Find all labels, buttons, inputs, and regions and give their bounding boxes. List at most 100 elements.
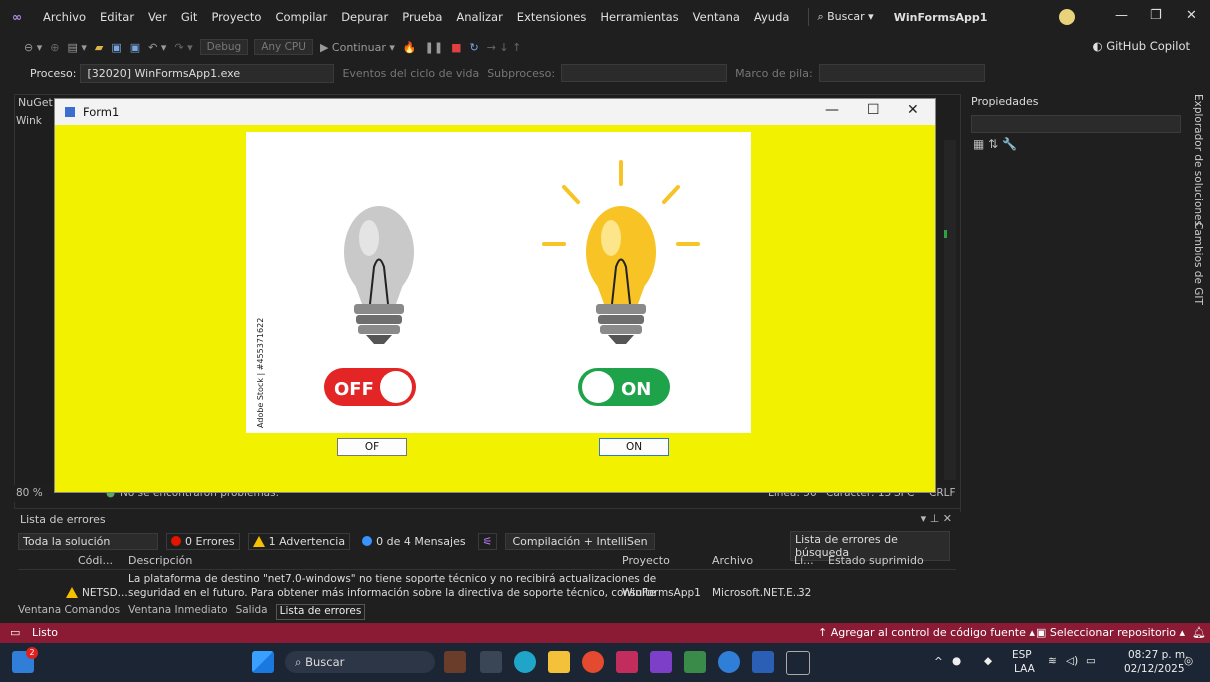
table-row[interactable]: NETSD... La plataforma de destino "net7.… xyxy=(18,571,956,601)
save-icon[interactable]: ▣ xyxy=(107,41,125,54)
forward-icon[interactable]: ⊕ xyxy=(46,41,63,54)
tab-solution-explorer[interactable]: Explorador de soluciones xyxy=(1192,94,1204,226)
visual-studio-icon[interactable] xyxy=(650,651,672,673)
on-button[interactable]: ON xyxy=(599,438,669,456)
form-maximize-icon[interactable]: ☐ xyxy=(867,102,880,118)
build-filter-select[interactable]: Compilación + IntelliSen xyxy=(505,532,655,550)
stack-frame-select[interactable] xyxy=(818,64,985,82)
menu-ayuda[interactable]: Ayuda xyxy=(747,10,797,24)
menu-archivo[interactable]: Archivo xyxy=(36,10,93,24)
menu-herramientas[interactable]: Herramientas xyxy=(593,10,685,24)
continue-button[interactable]: ▶ Continuar ▾ xyxy=(316,41,399,54)
menu-proyecto[interactable]: Proyecto xyxy=(204,10,268,24)
process-select[interactable]: [32020] WinFormsApp1.exe xyxy=(80,63,335,83)
stop-icon[interactable]: ■ xyxy=(447,41,465,54)
tab-git-changes[interactable]: Cambios de GIT xyxy=(1192,222,1204,305)
add-source-control[interactable]: ↑ Agregar al control de código fuente ▴ xyxy=(818,626,1035,639)
new-project-icon[interactable]: ▤ ▾ xyxy=(63,41,90,54)
tab-file[interactable]: Wink xyxy=(16,115,42,127)
tray-app2-icon[interactable]: ◆ xyxy=(984,655,992,667)
filter-icon[interactable]: ⚟ xyxy=(477,532,498,550)
taskbar-search[interactable]: ⌕ Buscar xyxy=(285,651,435,673)
redo-icon[interactable]: ↷ ▾ xyxy=(170,41,196,54)
thread-select[interactable] xyxy=(561,64,728,82)
wifi-icon[interactable]: ≋ xyxy=(1048,655,1057,667)
pause-icon[interactable]: ❚❚ xyxy=(421,41,447,54)
menu-ver[interactable]: Ver xyxy=(141,10,174,24)
form-title-bar[interactable]: Form1 — ☐ ✕ xyxy=(55,99,935,125)
config-select[interactable]: Debug xyxy=(199,39,249,55)
windows-start-icon[interactable] xyxy=(252,651,274,673)
menu-compilar[interactable]: Compilar xyxy=(268,10,334,24)
col-suppression[interactable]: Estado suprimido xyxy=(828,554,924,567)
minimize-icon[interactable]: — xyxy=(1115,8,1128,23)
undo-icon[interactable]: ↶ ▾ xyxy=(144,41,170,54)
restart-icon[interactable]: ↻ xyxy=(465,41,482,54)
edge-icon[interactable] xyxy=(514,651,536,673)
off-button[interactable]: OF xyxy=(337,438,407,456)
tab-output[interactable]: Salida xyxy=(236,604,268,620)
lifecycle-events[interactable]: Eventos del ciclo de vida xyxy=(342,67,479,80)
categorized-icon[interactable]: ▦ xyxy=(973,137,984,151)
form-close-icon[interactable]: ✕ xyxy=(907,102,919,118)
menu-ventana[interactable]: Ventana xyxy=(686,10,747,24)
running-app-icon[interactable] xyxy=(786,651,810,675)
app-icon[interactable] xyxy=(684,651,706,673)
word-icon[interactable] xyxy=(752,651,774,673)
panel-controls[interactable]: ▾ ⊥ ✕ xyxy=(921,512,952,525)
properties-object-select[interactable] xyxy=(971,115,1181,133)
select-repo[interactable]: ▣ Seleccionar repositorio ▴ xyxy=(1036,626,1185,639)
tray-app-icon[interactable]: ● xyxy=(952,655,961,667)
tab-immediate-window[interactable]: Ventana Inmediato xyxy=(128,604,227,620)
language-code[interactable]: ESP xyxy=(1012,649,1032,661)
menu-depurar[interactable]: Depurar xyxy=(334,10,395,24)
hot-reload-icon[interactable]: 🔥 xyxy=(399,41,421,54)
output-icon[interactable]: ▭ xyxy=(10,626,20,639)
tab-command-window[interactable]: Ventana Comandos xyxy=(18,604,120,620)
back-icon[interactable]: ⊖ ▾ xyxy=(20,41,46,54)
col-file[interactable]: Archivo xyxy=(712,554,753,567)
zoom-level[interactable]: 80 % xyxy=(16,487,43,499)
col-line[interactable]: Lí... xyxy=(794,554,814,567)
widget-icon[interactable] xyxy=(444,651,466,673)
messages-filter[interactable]: 0 de 4 Mensajes xyxy=(358,534,470,549)
tray-chevron-icon[interactable]: ^ xyxy=(934,656,943,668)
restore-icon[interactable]: ❐ xyxy=(1150,8,1162,23)
alphabetical-icon[interactable]: ⇅ xyxy=(988,137,998,151)
form-minimize-icon[interactable]: — xyxy=(825,102,839,118)
wrench-icon[interactable]: 🔧 xyxy=(1002,137,1017,151)
errors-filter[interactable]: 0 Errores xyxy=(166,532,240,550)
avatar[interactable] xyxy=(1059,9,1075,25)
menu-editar[interactable]: Editar xyxy=(93,10,141,24)
save-all-icon[interactable]: ▣ xyxy=(126,41,144,54)
access-icon[interactable] xyxy=(616,651,638,673)
global-search[interactable]: ⌕ Buscar ▾ xyxy=(808,8,881,26)
warnings-filter[interactable]: 1 Advertencia xyxy=(247,532,351,550)
col-code[interactable]: Códi... xyxy=(78,554,113,567)
notifications-icon[interactable]: 🔔︎ xyxy=(1192,626,1206,639)
close-icon[interactable]: ✕ xyxy=(1186,8,1197,23)
col-description[interactable]: Descripción xyxy=(128,554,192,567)
menu-extensiones[interactable]: Extensiones xyxy=(510,10,594,24)
open-icon[interactable]: ▰ xyxy=(91,41,107,54)
scope-select[interactable]: Toda la solución xyxy=(18,532,158,550)
task-view-icon[interactable] xyxy=(480,651,502,673)
menu-git[interactable]: Git xyxy=(174,10,205,24)
copilot-button[interactable]: ◐ GitHub Copilot xyxy=(1092,39,1190,53)
battery-icon[interactable]: ▭ xyxy=(1086,655,1096,667)
file-explorer-icon[interactable] xyxy=(548,651,570,673)
browser-icon[interactable] xyxy=(718,651,740,673)
notification-center-icon[interactable]: ◎ xyxy=(1184,655,1193,667)
clock-time[interactable]: 08:27 p. m. xyxy=(1128,649,1189,661)
col-project[interactable]: Proyecto xyxy=(622,554,670,567)
tab-error-list[interactable]: Lista de errores xyxy=(275,604,366,620)
platform-select[interactable]: Any CPU xyxy=(254,39,313,55)
clock-date[interactable]: 02/12/2025 xyxy=(1124,663,1185,675)
chrome-icon[interactable] xyxy=(582,651,604,673)
menu-analizar[interactable]: Analizar xyxy=(449,10,509,24)
step-icons[interactable]: → ↓ ↑ xyxy=(483,41,526,54)
menu-prueba[interactable]: Prueba xyxy=(395,10,449,24)
editor-scrollbar[interactable] xyxy=(944,140,956,480)
volume-icon[interactable]: ◁) xyxy=(1066,655,1078,667)
language-region[interactable]: LAA xyxy=(1014,663,1035,675)
